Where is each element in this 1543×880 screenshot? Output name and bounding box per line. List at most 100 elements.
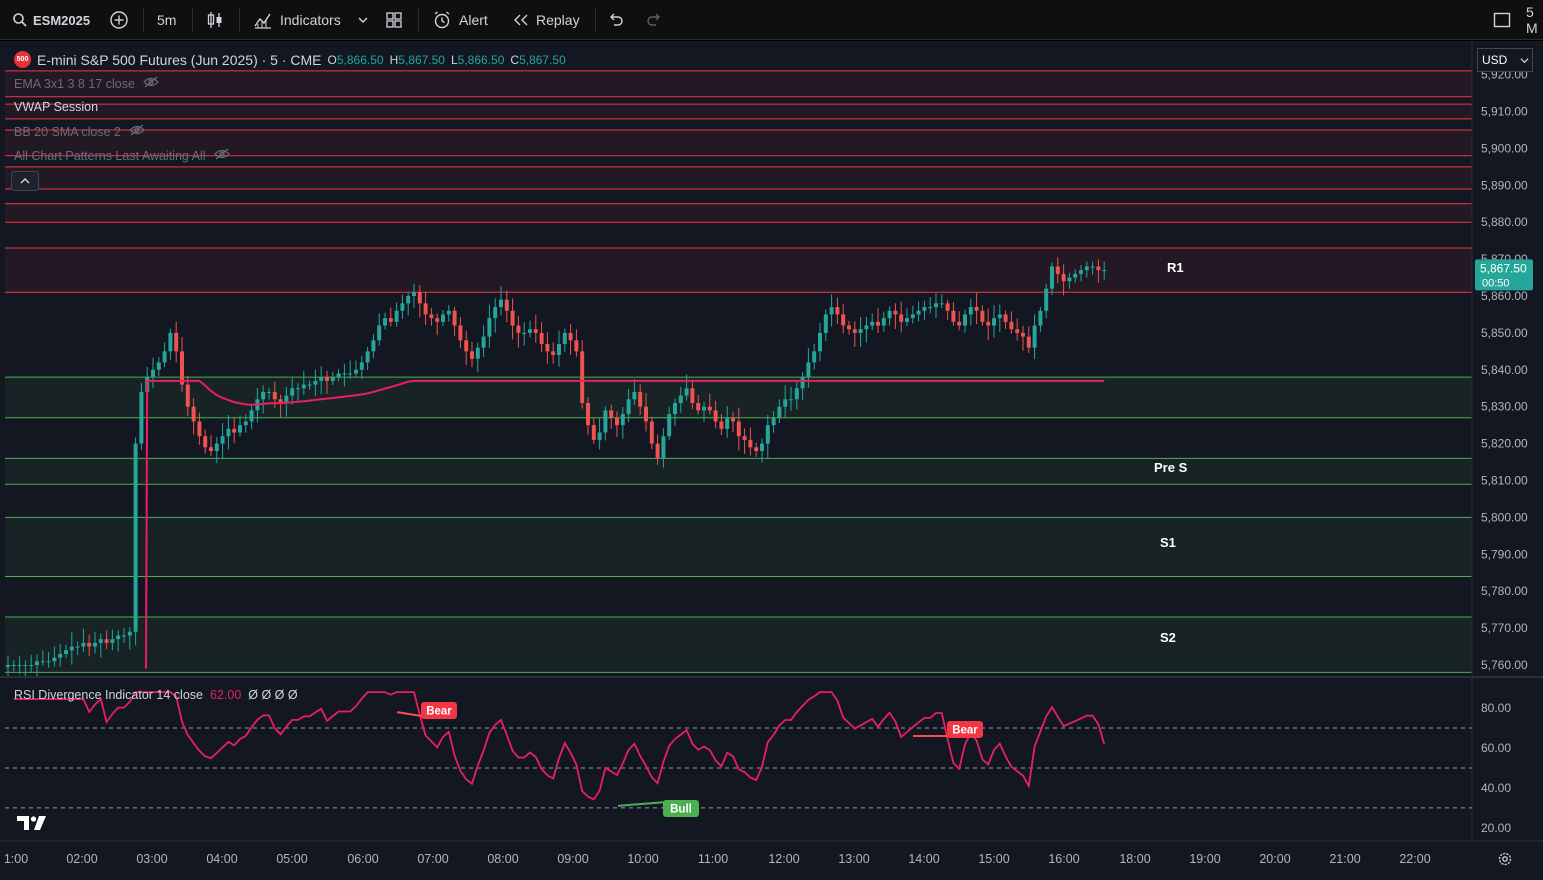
candle-down <box>174 332 179 352</box>
replay-button[interactable]: Replay <box>512 0 580 40</box>
candle-up <box>116 635 121 640</box>
legend-ema[interactable]: EMA 3x1 3 8 17 close <box>14 76 159 91</box>
candle-down <box>852 329 857 333</box>
undo-button[interactable] <box>607 0 625 40</box>
candle-up <box>522 332 527 334</box>
time-tick: 10:00 <box>627 852 658 866</box>
time-tick: 14:00 <box>908 852 939 866</box>
series-title[interactable]: E-mini S&P 500 Futures (Jun 2025) · 5 · … <box>37 52 322 68</box>
candle-down <box>417 292 422 304</box>
candle-down <box>847 325 851 330</box>
candle-up <box>725 417 730 429</box>
chart-area[interactable]: R1 Pre S S1 S2 5,920.00 5,910.00 5,900.00 5,89… <box>0 41 1543 880</box>
rsi-title: RSI Divergence Indicator 14 close <box>14 688 203 702</box>
tradingview-logo[interactable] <box>16 814 48 837</box>
divergence-label: Bull <box>670 804 692 816</box>
time-tick: 20:00 <box>1259 852 1290 866</box>
price-axis[interactable]: 5,920.005,910.005,900.005,890.005,880.00… <box>1471 41 1543 841</box>
eye-hidden-icon[interactable] <box>213 148 230 163</box>
candle-up <box>238 425 242 433</box>
candle-up <box>818 332 822 352</box>
chart-type-button[interactable] <box>205 0 225 40</box>
candle-up <box>6 665 10 667</box>
rsi-legend[interactable]: RSI Divergence Indicator 14 close 62.00 … <box>14 688 298 702</box>
price-tick: 5,900.00 <box>1481 141 1528 155</box>
candle-up <box>330 377 335 381</box>
symbol-search-button[interactable]: ESM2025 <box>12 0 90 40</box>
eye-hidden-icon[interactable] <box>129 124 145 139</box>
candle-down <box>644 406 648 422</box>
candle-down <box>951 310 956 322</box>
interval-button[interactable]: 5m <box>157 0 176 40</box>
legend-bb[interactable]: BB 20 SMA close 2 <box>14 124 145 139</box>
candle-up <box>806 362 811 378</box>
candle-up <box>934 303 938 308</box>
undo-icon <box>610 13 623 26</box>
toolbar-divider <box>143 8 144 32</box>
currency-label: USD <box>1482 53 1508 67</box>
currency-select[interactable]: USD <box>1477 48 1533 72</box>
candle-up <box>441 314 445 322</box>
candle-up <box>812 351 817 363</box>
candle-up <box>214 443 219 451</box>
candle-up <box>475 347 480 359</box>
candle-down <box>580 351 585 404</box>
candle-down <box>719 421 724 429</box>
legend-bb-label: BB 20 SMA close 2 <box>14 124 122 139</box>
chart-canvas[interactable]: R1Pre SS1S2 5,920.005,910.005,900.005,89… <box>0 41 1543 880</box>
candle-up <box>35 661 39 665</box>
fullscreen-button[interactable] <box>1492 0 1512 40</box>
candle-up <box>81 642 86 647</box>
chevron-down-icon <box>1520 58 1529 64</box>
legend-chart-patterns[interactable]: All Chart Patterns Last Awaiting All <box>14 148 230 163</box>
level-label-r1: R1 <box>1167 260 1184 275</box>
candle-down <box>707 406 712 411</box>
candle-up <box>922 307 927 311</box>
layouts-button[interactable] <box>385 0 403 40</box>
time-tick: 13:00 <box>838 852 869 866</box>
candle-down <box>185 384 190 407</box>
candle-up <box>400 303 405 311</box>
rsi-tick: 80.00 <box>1481 701 1511 715</box>
bar-countdown: 00:50 <box>1482 277 1510 289</box>
indicator-templates-dropdown[interactable] <box>357 0 369 40</box>
indicators-button[interactable]: Indicators <box>253 0 341 40</box>
layout-grid-icon <box>386 12 402 28</box>
candle-down <box>591 425 596 440</box>
time-axis-settings-button[interactable] <box>1497 851 1513 872</box>
candle-down <box>87 642 92 647</box>
legend-vwap[interactable]: VWAP Session <box>14 100 98 114</box>
compare-add-button[interactable] <box>109 0 129 40</box>
candle-down <box>539 332 544 344</box>
candle-up <box>632 391 637 400</box>
legend-vwap-label: VWAP Session <box>14 100 99 114</box>
redo-button[interactable] <box>645 0 663 40</box>
rsi-value: 62.00 <box>209 688 242 702</box>
candle-down <box>510 310 515 326</box>
chevron-up-icon <box>20 178 30 184</box>
ohlc-open: O5,866.50 <box>327 52 384 67</box>
candle-up <box>626 399 631 415</box>
candle-down <box>435 318 440 322</box>
redo-icon <box>647 13 660 26</box>
candle-up <box>261 391 266 400</box>
gear-icon <box>1498 852 1512 866</box>
collapse-legend-button[interactable] <box>11 171 39 191</box>
candle-up <box>794 388 799 400</box>
alert-button[interactable]: Alert <box>432 0 488 40</box>
candle-down <box>1021 332 1025 337</box>
eye-hidden-icon[interactable] <box>143 76 159 91</box>
toolbar-divider <box>192 8 193 32</box>
candle-down <box>609 410 614 418</box>
candle-up <box>365 351 370 363</box>
interval-label: 5m <box>157 12 177 28</box>
candle-up <box>127 631 132 636</box>
rewind-icon <box>514 14 528 26</box>
candle-down <box>104 639 109 643</box>
symbol-label: ESM2025 <box>33 12 91 28</box>
time-axis[interactable]: 1:00 02:00 03:00 04:00 05:00 06:00 07:00 08:00 0… <box>0 840 1543 866</box>
candle-up <box>493 307 498 319</box>
price-tick: 5,820.00 <box>1481 437 1528 451</box>
candle-down <box>655 443 660 459</box>
candle-up <box>823 314 828 333</box>
